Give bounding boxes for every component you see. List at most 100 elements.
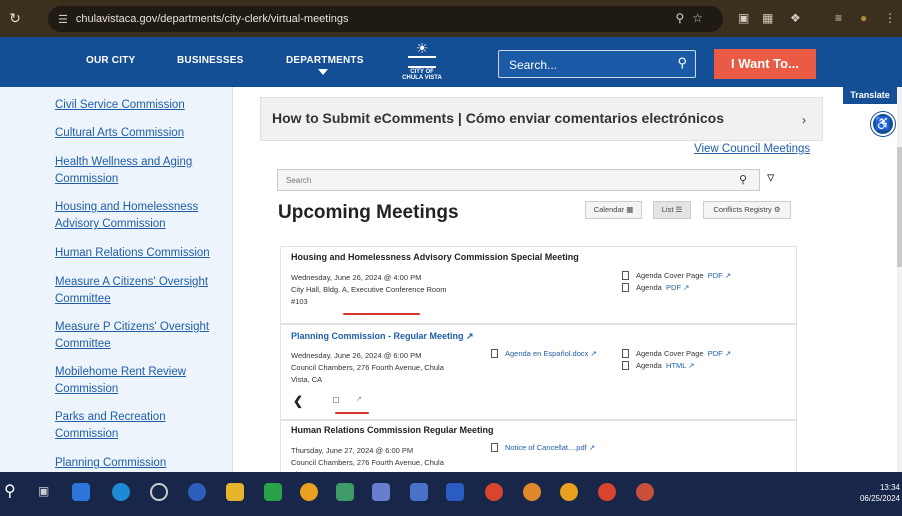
- page-title: Upcoming Meetings: [278, 202, 459, 223]
- chrome-icon[interactable]: [636, 483, 654, 501]
- reload-icon[interactable]: ↻: [0, 10, 30, 27]
- app-icon[interactable]: [336, 483, 354, 501]
- chrome-icon[interactable]: [598, 483, 616, 501]
- calendar-button[interactable]: Calendar ▦: [585, 201, 642, 219]
- meeting-location-city: Vista, CA: [291, 375, 323, 384]
- file-explorer-icon[interactable]: [226, 483, 244, 501]
- app-icon[interactable]: [264, 483, 282, 501]
- agenda-cover-page-doc[interactable]: Agenda Cover Page PDF ↗: [636, 271, 731, 280]
- translate-button[interactable]: Translate: [843, 86, 897, 104]
- view-council-meetings-link[interactable]: View Council Meetings: [694, 143, 810, 155]
- extension-icon[interactable]: ▣: [738, 11, 749, 25]
- chevron-right-icon: ›: [802, 113, 806, 127]
- search-icon[interactable]: ⚲: [677, 55, 687, 71]
- app-icon[interactable]: [188, 483, 206, 501]
- document-icon: [491, 443, 498, 452]
- task-view-icon[interactable]: ▣: [38, 484, 49, 498]
- chrome-icon[interactable]: [485, 483, 503, 501]
- nav-businesses[interactable]: BUSINESSES: [177, 55, 243, 66]
- sidebar-item-health-wellness[interactable]: Health Wellness and Aging Commission: [55, 154, 225, 188]
- filter-icon[interactable]: ▿: [767, 168, 775, 186]
- meeting-title: Planning Commission - Regular Meeting: [291, 331, 464, 341]
- agenda-doc[interactable]: Agenda PDF ↗: [636, 283, 689, 292]
- menu-icon[interactable]: ⋮: [884, 11, 896, 25]
- edge-icon[interactable]: [112, 483, 130, 501]
- agenda-cover-page-doc[interactable]: Agenda Cover Page PDF ↗: [636, 349, 731, 358]
- list-icon: ☰: [675, 205, 683, 214]
- external-link-icon: ↗: [724, 271, 732, 280]
- city-logo[interactable]: ☀ CITY OF CHULA VISTA: [400, 41, 444, 84]
- pdf-link[interactable]: PDF: [708, 271, 723, 280]
- agenda-spanish-doc[interactable]: Agenda en Español.docx ↗: [505, 349, 597, 358]
- reading-list-icon[interactable]: ≡: [835, 11, 842, 25]
- chrome-icon[interactable]: [300, 483, 318, 501]
- doc-link[interactable]: Agenda en Español.docx: [505, 349, 588, 358]
- meeting-date: Wednesday, June 26, 2024 @ 4:00 PM: [291, 273, 422, 282]
- ecomments-title: How to Submit eComments | Cómo enviar co…: [272, 110, 725, 126]
- sidebar-item-cultural-arts[interactable]: Cultural Arts Commission: [55, 125, 225, 142]
- sidebar-item-measure-p[interactable]: Measure P Citizens' Oversight Committee: [55, 319, 225, 353]
- extension-icon[interactable]: ▦: [762, 11, 773, 25]
- scrollbar-thumb[interactable]: [897, 147, 902, 267]
- conflicts-registry-button[interactable]: Conflicts Registry ⚙: [703, 201, 791, 219]
- app-icon[interactable]: [150, 483, 168, 501]
- meeting-date: Wednesday, June 26, 2024 @ 6:00 PM: [291, 351, 422, 360]
- agenda-doc[interactable]: Agenda HTML ↗: [636, 361, 695, 370]
- profile-icon[interactable]: ●: [860, 11, 867, 25]
- external-link-icon[interactable]: ↗: [356, 395, 362, 403]
- accessibility-icon[interactable]: ♿: [871, 112, 895, 136]
- sidebar-item-civil-service[interactable]: Civil Service Commission: [55, 97, 225, 114]
- share-icon[interactable]: ❮: [293, 394, 303, 408]
- puzzle-icon[interactable]: ❖: [790, 11, 801, 25]
- document-icon: [622, 271, 629, 280]
- app-icon[interactable]: [410, 483, 428, 501]
- i-want-to-button[interactable]: I Want To...: [714, 49, 816, 79]
- html-link[interactable]: HTML: [666, 361, 686, 370]
- doc-link[interactable]: Notice of Cancellat....pdf: [505, 443, 587, 452]
- gear-icon: ⚙: [773, 205, 781, 214]
- chrome-icon[interactable]: [560, 483, 578, 501]
- sidebar-item-measure-a[interactable]: Measure A Citizens' Oversight Committee: [55, 274, 225, 308]
- comment-icon[interactable]: □: [333, 395, 339, 406]
- bookmark-star-icon[interactable]: ⚲☆: [675, 11, 711, 25]
- meeting-location: Council Chambers, 276 Fourth Avenue, Chu…: [291, 458, 444, 467]
- external-link-icon: ↗: [724, 349, 732, 358]
- calendar-label: Calendar: [593, 205, 625, 214]
- nav-departments[interactable]: DEPARTMENTS: [286, 55, 364, 66]
- header-search-input[interactable]: Search... ⚲: [498, 50, 696, 78]
- pdf-link[interactable]: PDF: [666, 283, 681, 292]
- doc-label: Agenda Cover Page: [636, 271, 704, 280]
- logo-mark: [408, 56, 436, 68]
- sidebar-item-human-relations[interactable]: Human Relations Commission: [55, 245, 225, 262]
- app-icon[interactable]: [446, 483, 464, 501]
- sidebar-item-mobilehome[interactable]: Mobilehome Rent Review Commission: [55, 364, 225, 398]
- chrome-icon[interactable]: [523, 483, 541, 501]
- meeting-title-link[interactable]: Planning Commission - Regular Meeting ↗: [291, 331, 474, 342]
- sidebar-item-planning[interactable]: Planning Commission: [55, 455, 225, 472]
- sidebar-item-parks[interactable]: Parks and Recreation Commission: [55, 409, 225, 443]
- search-icon[interactable]: ⚲: [4, 481, 16, 501]
- sidebar-item-housing[interactable]: Housing and Homelessness Advisory Commis…: [55, 199, 225, 233]
- list-button[interactable]: List ☰: [653, 201, 691, 219]
- search-icon[interactable]: ⚲: [739, 173, 747, 186]
- app-icon[interactable]: [372, 483, 390, 501]
- cancellation-notice-doc[interactable]: Notice of Cancellat....pdf ↗: [505, 443, 595, 452]
- nav-our-city[interactable]: OUR CITY: [86, 55, 135, 66]
- red-underline-annotation: [335, 412, 369, 414]
- pdf-link[interactable]: PDF: [708, 349, 723, 358]
- calendar-icon: ▦: [626, 205, 634, 214]
- system-clock[interactable]: 13:34 06/25/2024: [845, 482, 900, 504]
- address-bar[interactable]: ☰ chulavistaca.gov/departments/city-cler…: [48, 6, 723, 32]
- meeting-search-input[interactable]: Search ⚲: [277, 169, 760, 191]
- document-icon: [622, 283, 629, 292]
- search-placeholder: Search: [286, 176, 312, 185]
- url-text: chulavistaca.gov/departments/city-clerk/…: [75, 13, 349, 25]
- conflicts-label: Conflicts Registry: [713, 205, 772, 214]
- clock-time: 13:34: [879, 483, 900, 492]
- external-link-icon: ↗: [590, 349, 597, 358]
- site-info-icon[interactable]: ☰: [58, 13, 68, 26]
- app-icon[interactable]: [72, 483, 90, 501]
- ecomments-accordion[interactable]: How to Submit eComments | Cómo enviar co…: [260, 97, 823, 141]
- scrollbar[interactable]: [897, 87, 902, 472]
- chevron-down-icon[interactable]: [318, 69, 328, 75]
